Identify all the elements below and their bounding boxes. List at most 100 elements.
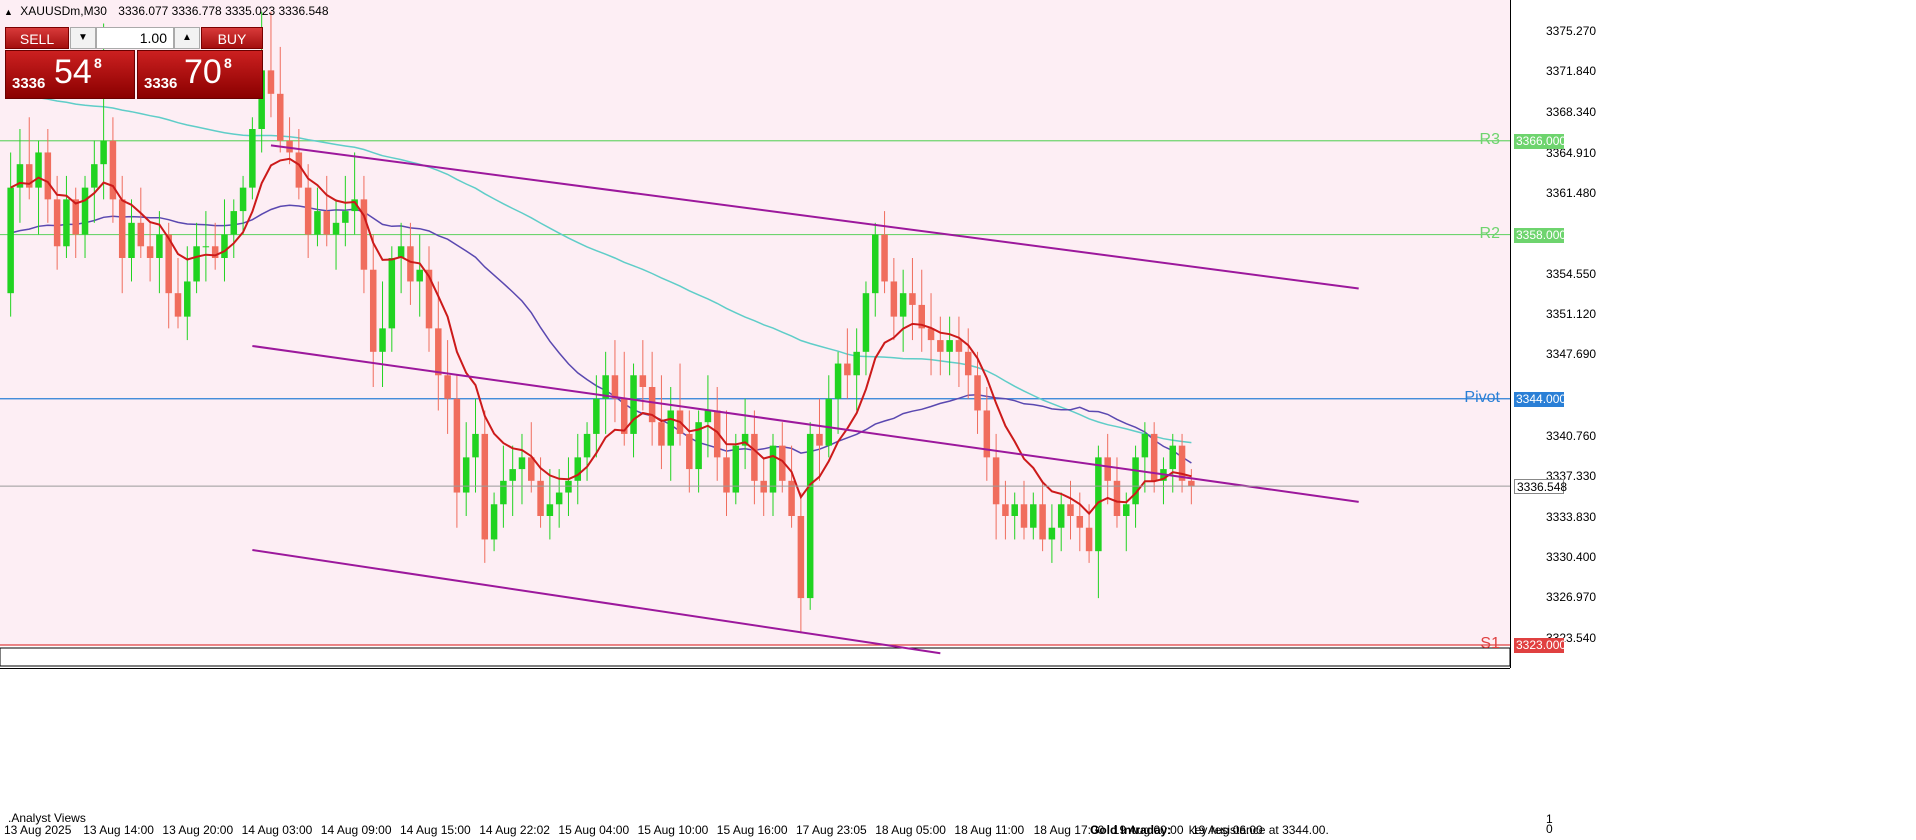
candle-body [639,375,647,387]
candle-body [546,504,554,516]
candle-body [667,410,674,446]
candle-body [230,211,238,235]
candle-body [732,445,740,493]
sell-price-display[interactable]: 3336 54 8 [5,50,135,99]
candle-body [630,375,637,434]
candle-body [834,363,842,399]
level-name-label: Pivot [1464,388,1500,406]
candle-body [1057,504,1065,528]
candle-body [658,422,665,446]
candle-body [853,351,860,376]
candle-body [565,480,572,493]
candle-body [481,433,489,540]
candle-body [528,457,535,481]
candle-body [490,504,498,540]
price-tick-label: 3347.690 [1546,347,1597,362]
symbol-title: XAUUSDm,M30 [20,4,107,18]
candle-body [174,293,182,317]
candle-body [723,457,730,493]
one-click-trading-panel: SELL ▼ ▲ BUY 3336 54 8 3336 70 8 [5,27,263,99]
price-tick-label: 3333.830 [1546,509,1597,524]
sell-price-fraction: 8 [94,55,102,71]
candle-body [360,199,368,270]
candle-body [137,222,145,247]
candle-body [574,457,582,481]
candle-body [221,234,228,258]
time-tick-label: 19 Aug 00:00 [1112,823,1184,837]
buy-button[interactable]: BUY [201,27,263,49]
time-tick-label: 13 Aug 20:00 [162,823,234,837]
price-tick-label: 3375.270 [1546,24,1597,38]
candle-body [91,164,98,188]
sell-button[interactable]: SELL [5,27,69,49]
time-tick-label: 14 Aug 15:00 [400,823,471,837]
time-tick-label: 19 Aug 06:00 [1192,823,1263,837]
time-tick-label: 18 Aug 05:00 [875,823,946,837]
candle-body [769,445,777,493]
candle-body [388,258,396,329]
sell-price-pips: 54 [54,53,92,91]
candle-body [1178,445,1186,481]
candle-body [899,293,907,317]
candle-body [500,480,507,505]
level-name-label: R2 [1479,224,1500,242]
chart-canvas[interactable] [0,0,1916,840]
sell-price-prefix: 3336 [12,75,46,92]
candle-body [63,199,70,247]
current-price-tag: 3336.548 [1514,479,1567,495]
time-tick-label: 18 Aug 11:00 [954,823,1025,837]
candle-body [1188,480,1195,487]
candle-body [686,433,693,470]
candle-body [100,140,107,165]
ohlc-values: 3336.077 3336.778 3335.023 3336.548 [118,4,329,18]
candle-body [593,398,600,434]
price-chart[interactable] [0,0,1916,840]
candle-body [1132,457,1139,505]
candle-body [1002,504,1009,516]
candle-body [816,433,823,446]
lot-increase-button[interactable]: ▲ [174,27,200,49]
candle-body [806,433,814,599]
candle-body [435,328,442,376]
candle-body [797,516,805,599]
candle-body [825,398,833,446]
candle-body [1011,504,1018,516]
level-price-tag: 3358.000 [1514,227,1567,243]
candle-body [1048,527,1056,540]
candle-body [249,129,256,188]
candle-body [751,433,758,481]
candle-body [955,340,963,352]
candle-body [509,469,516,481]
buy-price-display[interactable]: 3336 70 8 [137,50,263,99]
price-tick-label: 3351.120 [1546,307,1597,322]
candle-body [304,187,312,235]
chart-header: ▲ XAUUSDm,M30 3336.077 3336.778 3335.023… [4,4,329,18]
candle-body [7,187,14,294]
candle-body [937,340,944,352]
candle-body [946,340,953,352]
candle-body [379,328,386,352]
candle-body [1030,504,1037,528]
candle-body [118,199,126,258]
price-tick-label: 3326.970 [1546,590,1597,605]
panel-scale-bottom: 0 [1546,822,1553,836]
time-tick-label: 14 Aug 09:00 [320,823,392,837]
time-tick-label: 15 Aug 04:00 [558,823,630,837]
candle-body [81,187,89,235]
candle-body [453,398,461,493]
candle-body [193,246,200,282]
candle-body [72,199,79,235]
level-name-label: S1 [1480,635,1500,652]
candle-body [35,152,42,188]
time-tick-label: 14 Aug 03:00 [241,823,313,837]
candle-body [146,246,154,258]
lot-decrease-button[interactable]: ▼ [70,27,96,49]
candle-body [407,246,414,282]
time-tick-label: 18 Aug 17:00 [1033,823,1105,837]
candle-body [872,234,879,294]
lot-size-input[interactable] [96,27,174,49]
candle-body [1123,504,1130,516]
buy-price-prefix: 3336 [144,75,178,92]
price-tick-label: 3340.760 [1546,428,1597,443]
buy-price-pips: 70 [184,53,222,91]
